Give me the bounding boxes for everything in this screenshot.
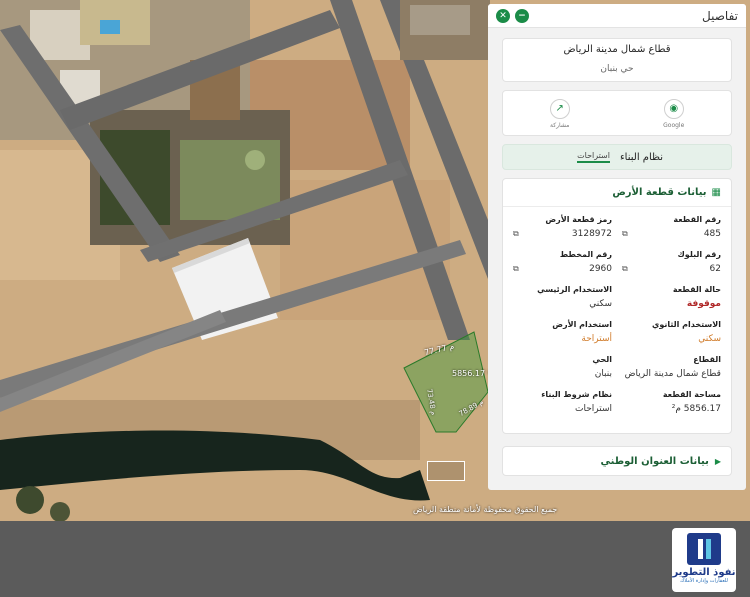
land-section-title: بيانات قطعة الأرض [612,187,707,198]
copy-icon[interactable]: ⧉ [513,229,519,239]
field-label: مساحة القطعة [662,390,721,399]
land-data-card: ▦ بيانات قطعة الأرض رقم القطعة 485 ⧉ رمز قط… [502,178,732,434]
field-value-row: 5856.17 م² [622,404,721,414]
header-buttons: ✕ − [496,8,529,23]
land-field: رقم المخطط 2960 ⧉ [513,250,612,285]
field-value: استراحات [574,404,612,414]
field-label: الاستخدام الثانوي [652,320,721,329]
field-value: 62 [709,264,721,274]
field-value-row: 2960 ⧉ [513,264,612,274]
field-value-row: أستراحة [513,334,612,344]
map-scale-box [427,461,465,481]
national-address-card[interactable]: ▶ بيانات العنوان الوطني [502,446,732,476]
address-section-title: بيانات العنوان الوطني [600,455,709,467]
land-field: الحي بنبان [513,355,612,390]
field-value: موقوفة [686,299,721,309]
tab-rest-houses[interactable]: استراحات [577,151,610,163]
map-copyright: جميع الحقوق محفوظة لأمانة منطقة الرياض [413,505,558,514]
field-value: بنبان [594,369,612,379]
field-value: أستراحة [581,334,612,344]
field-value-row: سكني [513,299,612,309]
field-value: قطاع شمال مدينة الرياض [624,369,721,379]
field-value-row: بنبان [513,369,612,379]
field-value-row: قطاع شمال مدينة الرياض [622,369,721,379]
field-value-row: 62 ⧉ [622,264,721,274]
field-label: نظام شروط البناء [541,390,612,399]
minimize-icon[interactable]: − [515,8,529,23]
land-field: رقم القطعة 485 ⧉ [622,215,721,250]
copy-icon[interactable]: ⧉ [622,264,628,274]
logo-tagline: للعقارات وإدارة الأملاك [680,578,728,584]
district-name: حي بنبان [600,64,634,74]
field-value-row: سكني [622,334,721,344]
logo-name: نفوذ التطوير [672,567,736,578]
field-value: 3128972 [571,229,612,239]
company-logo: نفوذ التطوير للعقارات وإدارة الأملاك [672,528,736,592]
actions-card: ◉ Google ↗ مشاركة [502,90,732,136]
field-label: القطاع [693,355,721,364]
field-value: 485 [703,229,721,239]
field-label: حالة القطعة [672,285,721,294]
google-maps-label: Google [663,122,685,129]
panel-header: تفاصيل ✕ − [488,4,746,28]
copy-icon[interactable]: ⧉ [513,264,519,274]
land-field: القطاع قطاع شمال مدينة الرياض [622,355,721,390]
share-label: مشاركة [550,122,570,129]
details-panel: تفاصيل ✕ − قطاع شمال مدينة الرياض حي بنب… [488,4,746,490]
field-value: سكني [589,299,612,309]
land-field: الاستخدام الرئيسي سكني [513,285,612,320]
field-value-row: 485 ⧉ [622,229,721,239]
building-system-tab[interactable]: نظام البناء استراحات [502,144,732,170]
land-field: رقم البلوك 62 ⧉ [622,250,721,285]
field-value-row: موقوفة [622,299,721,309]
land-field: مساحة القطعة 5856.17 م² [622,390,721,425]
land-section-header[interactable]: ▦ بيانات قطعة الأرض [503,179,731,207]
share-icon: ↗ [549,99,570,119]
field-value: سكني [698,334,721,344]
google-maps-button[interactable]: ◉ Google [663,99,684,129]
land-field: نظام شروط البناء استراحات [513,390,612,425]
field-label: رقم المخطط [559,250,612,259]
land-fields-grid: رقم القطعة 485 ⧉ رمز قطعة الأرض 3128972 ⧉ رقم … [503,207,731,425]
google-maps-icon: ◉ [663,99,684,119]
field-value-row: 3128972 ⧉ [513,229,612,239]
close-icon[interactable]: ✕ [496,8,510,23]
field-label: الحي [592,355,612,364]
map-icon: ▦ [711,187,721,198]
field-value: 5856.17 م² [671,404,721,414]
field-value-row: استراحات [513,404,612,414]
chevron-icon: ▶ [714,456,721,466]
field-label: الاستخدام الرئيسي [537,285,612,294]
logo-mark-icon [687,533,721,565]
field-label: رقم البلوك [677,250,721,259]
bottom-bar: نفوذ التطوير للعقارات وإدارة الأملاك [0,521,750,597]
share-button[interactable]: ↗ مشاركة [549,99,570,129]
tab-building-system[interactable]: نظام البناء [620,152,663,163]
copy-icon[interactable]: ⧉ [622,229,628,239]
field-value: 2960 [589,264,612,274]
location-card: قطاع شمال مدينة الرياض حي بنبان [502,38,732,82]
field-label: استخدام الأرض [552,320,612,329]
panel-title: تفاصيل [702,8,738,23]
land-field: استخدام الأرض أستراحة [513,320,612,355]
land-field: رمز قطعة الأرض 3128972 ⧉ [513,215,612,250]
land-field: الاستخدام الثانوي سكني [622,320,721,355]
sector-name: قطاع شمال مدينة الرياض [563,44,671,55]
land-field: حالة القطعة موقوفة [622,285,721,320]
field-label: رمز قطعة الأرض [545,215,612,224]
field-label: رقم القطعة [673,215,721,224]
